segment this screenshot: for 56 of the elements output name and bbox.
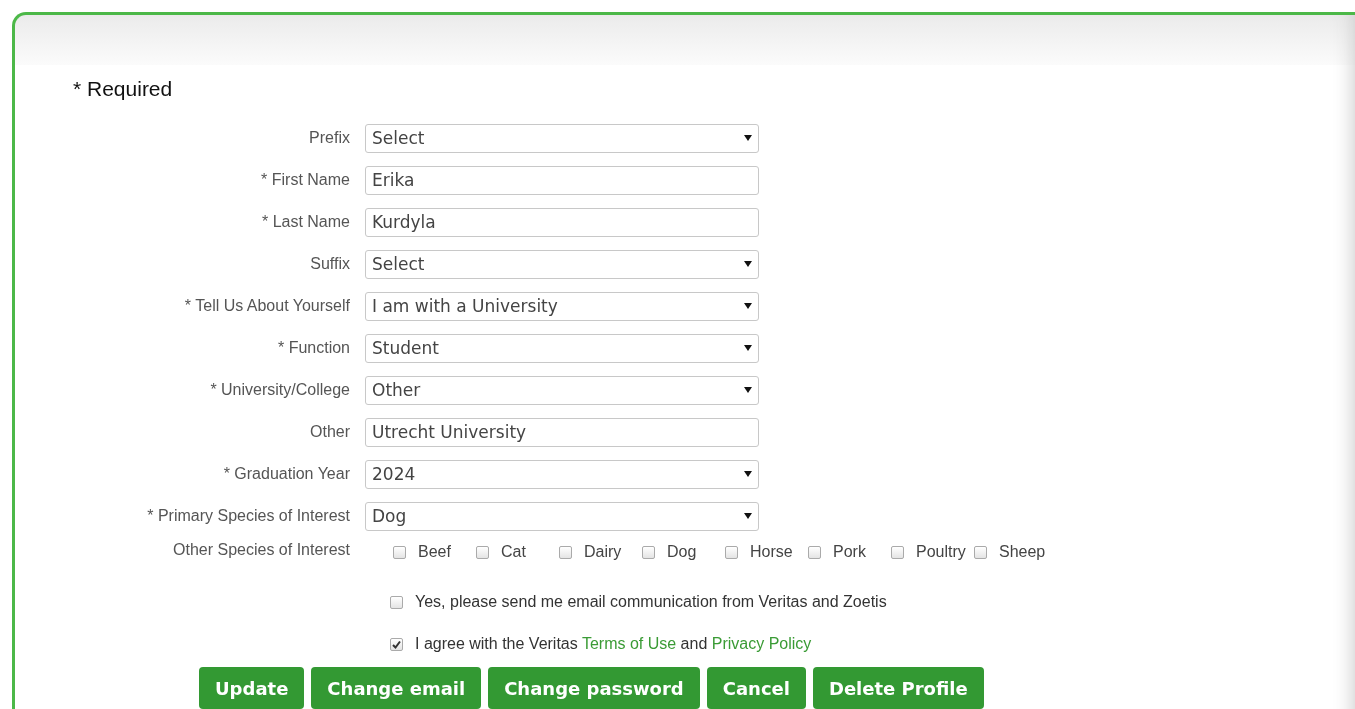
input-field[interactable]: Utrecht University (365, 417, 759, 447)
required-note: * Required (73, 77, 173, 101)
select-field[interactable]: I am with a University (365, 291, 759, 321)
field-label: * Primary Species of Interest (146, 507, 351, 525)
action-button[interactable]: Cancel (706, 667, 806, 709)
caret-icon (744, 261, 752, 267)
action-button[interactable]: Update (199, 667, 305, 709)
select-field[interactable]: Select (365, 249, 759, 279)
caret-icon (744, 135, 752, 141)
checkbox-label: Sheep (999, 543, 1047, 561)
caret-icon (744, 303, 752, 309)
checkbox[interactable] (476, 545, 489, 559)
select-field[interactable]: Other (365, 375, 759, 405)
field-label: Suffix (309, 255, 351, 273)
input-field[interactable]: Kurdyla (365, 207, 759, 237)
checkbox[interactable] (725, 545, 738, 559)
field-label: Other (309, 423, 351, 441)
checkbox-label: Dairy (584, 543, 623, 561)
agreement-text: I agree with the Veritas Terms of Use and Privacy Policy (415, 635, 812, 653)
checkbox[interactable] (974, 545, 987, 559)
select-field[interactable]: 2024 (365, 459, 759, 489)
select-field[interactable]: Select (365, 123, 759, 153)
checkbox[interactable] (808, 545, 821, 559)
privacy-link[interactable]: Privacy Policy (711, 635, 812, 652)
caret-icon (744, 387, 752, 393)
field-label: * University/College (209, 381, 351, 399)
checkbox-label: Dog (667, 543, 698, 561)
select-field[interactable]: Student (365, 333, 759, 363)
field-label: Other Species of Interest (172, 541, 351, 559)
action-button[interactable]: Change password (488, 667, 700, 709)
checkbox-label: Pork (833, 543, 867, 561)
field-label: * First Name (260, 171, 351, 189)
terms-link[interactable]: Terms of Use (581, 635, 677, 652)
field-label: * Tell Us About Yourself (183, 297, 351, 315)
action-button[interactable]: Change email (311, 667, 482, 709)
action-button[interactable]: Delete Profile (812, 667, 984, 709)
checkbox-label: Beef (418, 543, 452, 561)
checkbox[interactable] (559, 545, 572, 559)
field-label: * Graduation Year (222, 465, 351, 483)
checkbox-label: Yes, please send me email communication from Veritas and Zoetis (415, 593, 887, 611)
field-label: Prefix (308, 129, 351, 147)
caret-icon (744, 345, 752, 351)
checkbox-label: Horse (750, 543, 794, 561)
caret-icon (744, 471, 752, 477)
select-field[interactable]: Dog (365, 501, 759, 531)
field-label: * Function (276, 339, 351, 357)
checkbox-label: Poultry (916, 543, 966, 561)
checkbox[interactable] (642, 545, 655, 559)
checkbox[interactable] (390, 595, 403, 609)
checkbox[interactable] (891, 545, 904, 559)
checkbox-label: Cat (501, 543, 527, 561)
input-field[interactable]: Erika (365, 165, 759, 195)
checkbox[interactable] (393, 545, 406, 559)
caret-icon (744, 513, 752, 519)
checkbox[interactable] (390, 637, 403, 651)
field-label: * Last Name (260, 213, 351, 231)
